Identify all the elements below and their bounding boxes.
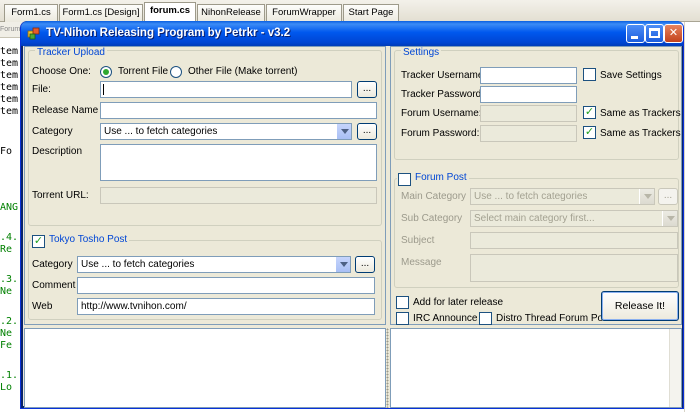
tracker-category-select[interactable]: Use ... to fetch categories [100, 123, 352, 140]
chevron-down-icon[interactable] [662, 211, 677, 226]
ide-tab-forumwrapper[interactable]: ForumWrapper [266, 4, 342, 22]
main-category-value: Use ... to fetch categories [474, 191, 588, 202]
settings-title: Settings [401, 47, 442, 59]
tt-category-value: Use ... to fetch categories [81, 259, 195, 270]
ide-tab-start-page[interactable]: Start Page [343, 4, 399, 22]
forum-username-input[interactable] [480, 105, 577, 122]
release-program-window: TV-Nihon Releasing Program by Petrkr - v… [20, 21, 684, 409]
right-log-scrollbar[interactable] [669, 329, 681, 407]
tt-category-label: Category [32, 259, 73, 270]
window-client-area: Tracker Upload Choose One: Torrent File … [24, 46, 682, 408]
choose-one-label: Choose One: [32, 66, 91, 77]
close-button[interactable]: ✕ [664, 24, 683, 43]
code-editor-right-edge [684, 22, 700, 412]
ide-tab-form1-cs[interactable]: Form1.cs [4, 4, 58, 22]
subject-label: Subject [401, 235, 435, 246]
irc-announce-label[interactable]: IRC Announce [413, 313, 478, 325]
other-file-label[interactable]: Other File (Make torrent) [188, 66, 297, 78]
ide-tab-form1-design[interactable]: Form1.cs [Design] [59, 4, 143, 22]
sub-category-label: Sub Category [401, 213, 463, 224]
maximize-button[interactable] [645, 24, 664, 43]
settings-group: Settings Tracker Username: Save Settings… [394, 47, 681, 160]
left-log-box[interactable] [24, 328, 386, 408]
forum-post-group: Forum Post Main Category Use ... to fetc… [394, 172, 679, 288]
release-name-label: Release Name [32, 105, 99, 116]
right-log-box[interactable] [390, 328, 682, 408]
right-panel: Settings Tracker Username: Save Settings… [390, 46, 682, 325]
tt-category-select[interactable]: Use ... to fetch categories [77, 256, 351, 273]
forum-username-label: Forum Username: [401, 108, 482, 119]
maximize-icon [649, 28, 660, 38]
file-input[interactable] [100, 81, 352, 98]
ide-tab-nihonrelease[interactable]: NihonRelease [197, 4, 265, 22]
chevron-down-icon[interactable] [639, 189, 654, 204]
forum-post-checkbox[interactable] [398, 173, 411, 186]
tt-web-input[interactable]: http://www.tvnihon.com/ [77, 298, 375, 315]
category-label: Category [32, 126, 73, 137]
tt-comment-label: Comment [32, 280, 76, 291]
tracker-category-value: Use ... to fetch categories [104, 126, 218, 137]
window-title: TV-Nihon Releasing Program by Petrkr - v… [46, 27, 291, 39]
forum-password-label: Forum Password: [401, 128, 480, 139]
ide-tab-forum-cs[interactable]: forum.cs [144, 2, 196, 22]
tokyo-tosho-title: Tokyo Tosho Post [31, 234, 130, 246]
log-splitter[interactable] [386, 328, 389, 408]
main-category-select[interactable]: Use ... to fetch categories [470, 188, 655, 205]
ide-document-tabs: Form1.cs Form1.cs [Design] forum.cs Niho… [0, 0, 700, 22]
tracker-upload-title: Tracker Upload [35, 47, 107, 59]
app-icon [27, 27, 40, 40]
same-as-trackers-username-checkbox[interactable]: ✓ [583, 106, 596, 119]
save-settings-checkbox[interactable] [583, 68, 596, 81]
save-settings-label[interactable]: Save Settings [600, 70, 662, 82]
torrent-url-input[interactable] [100, 187, 377, 204]
tracker-password-label: Tracker Password: [401, 89, 484, 100]
description-textarea[interactable] [100, 144, 377, 181]
tt-category-fetch-button[interactable]: ... [355, 256, 375, 273]
sub-category-select[interactable]: Select main category first... [470, 210, 678, 227]
irc-announce-checkbox[interactable] [396, 312, 409, 325]
other-file-radio[interactable] [170, 66, 182, 78]
release-it-button[interactable]: Release It! [601, 291, 679, 321]
close-icon: ✕ [668, 27, 679, 39]
main-category-fetch-button[interactable]: ... [658, 188, 678, 205]
minimize-button[interactable] [626, 24, 645, 43]
torrent-file-radio[interactable] [100, 66, 112, 78]
tokyo-tosho-checkbox[interactable]: ✓ [32, 235, 45, 248]
description-label: Description [32, 146, 83, 157]
sub-category-value: Select main category first... [474, 213, 595, 224]
add-later-checkbox[interactable] [396, 296, 409, 309]
message-label: Message [401, 257, 442, 268]
file-browse-button[interactable]: ... [357, 81, 377, 98]
torrent-url-label: Torrent URL: [32, 190, 89, 201]
subject-input[interactable] [470, 232, 678, 249]
distro-thread-checkbox[interactable] [479, 312, 492, 325]
tracker-upload-frame: Tracker Upload Choose One: Torrent File … [28, 47, 382, 226]
same-as-trackers-password-checkbox[interactable]: ✓ [583, 126, 596, 139]
tracker-password-input[interactable] [480, 86, 577, 103]
message-textarea[interactable] [470, 254, 678, 282]
chevron-down-icon[interactable] [336, 124, 351, 139]
same-as-trackers-password-label[interactable]: Same as Trackers [600, 128, 681, 140]
add-later-label[interactable]: Add for later release [413, 297, 503, 309]
minimize-icon [631, 36, 638, 39]
torrent-file-label[interactable]: Torrent File [118, 66, 168, 78]
tracker-category-fetch-button[interactable]: ... [357, 123, 377, 140]
release-name-input[interactable] [100, 102, 377, 119]
left-panel: Tracker Upload Choose One: Torrent File … [24, 46, 386, 325]
tracker-username-input[interactable] [480, 67, 577, 84]
main-category-label: Main Category [401, 191, 467, 202]
chevron-down-icon[interactable] [335, 257, 350, 272]
distro-thread-label[interactable]: Distro Thread Forum Post [496, 313, 611, 325]
window-titlebar[interactable]: TV-Nihon Releasing Program by Petrkr - v… [21, 21, 683, 46]
same-as-trackers-username-label[interactable]: Same as Trackers [600, 108, 681, 120]
tokyo-tosho-group: Tokyo Tosho Post ✓ Category Use ... to f… [28, 234, 382, 320]
tt-comment-input[interactable] [77, 277, 375, 294]
file-label: File: [32, 84, 51, 95]
tracker-username-label: Tracker Username: [401, 70, 487, 81]
tt-web-label: Web [32, 301, 53, 312]
forum-password-input[interactable] [480, 125, 577, 142]
